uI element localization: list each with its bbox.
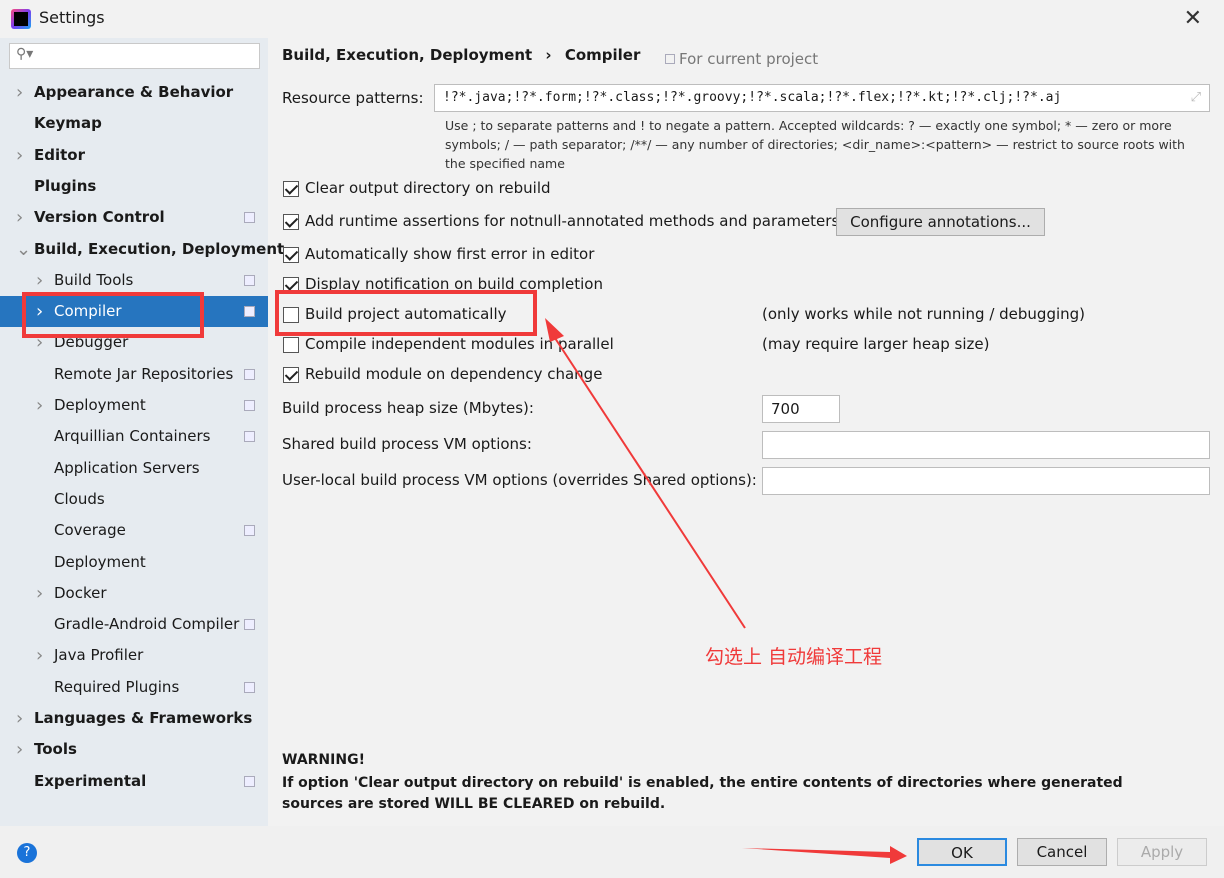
annotation-arrows (545, 318, 907, 864)
annotation-arrowhead (545, 318, 564, 342)
annotation-arrow-line (552, 334, 746, 629)
annotation-arrow-ok (742, 846, 907, 864)
annotation-text: 勾选上 自动编译工程 (705, 646, 883, 668)
